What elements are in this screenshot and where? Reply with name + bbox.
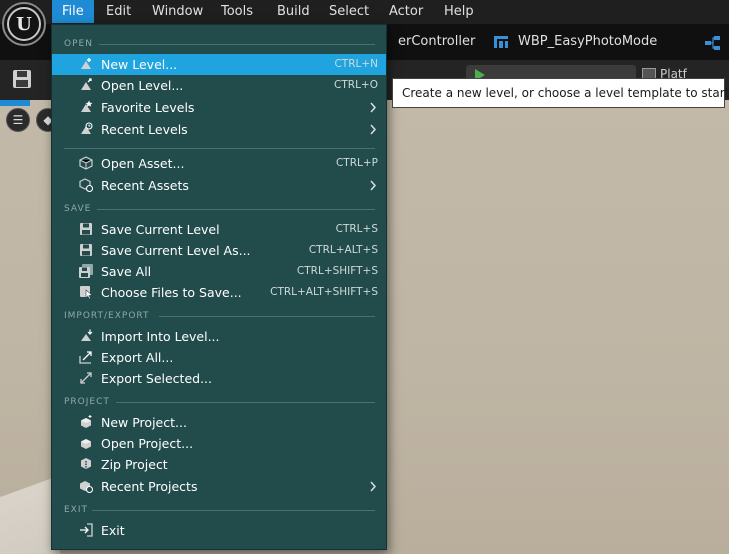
widget-blueprint-icon [494,36,508,48]
menu-actor[interactable]: Actor [379,0,433,23]
menu-item-export-all[interactable]: Export All... [52,347,386,368]
menu-item-choose-files-to-save[interactable]: Choose Files to Save... CTRL+ALT+SHIFT+S [52,282,386,303]
menu-item-save-current-level[interactable]: Save Current Level CTRL+S [52,219,386,240]
section-title-save: SAVE [64,204,92,214]
menu-item-label: Recent Levels [101,122,188,137]
menu-item-import-into-level[interactable]: Import Into Level... [52,326,386,347]
menu-item-label: Recent Projects [101,479,198,494]
recent-projects-icon [80,481,93,493]
unreal-logo-icon[interactable]: U [2,2,46,46]
menu-item-label: Zip Project [101,457,168,472]
save-icon[interactable] [12,69,32,89]
section-divider [92,510,375,511]
menu-item-label: Open Project... [101,436,194,451]
menu-item-label: Import Into Level... [101,329,220,344]
viewport-options-icon[interactable]: ☰ [6,108,30,132]
favorite-levels-icon [81,100,93,112]
section-divider [159,316,375,317]
menu-window[interactable]: Window [142,0,213,23]
menu-item-shortcut: CTRL+ALT+S [308,244,378,256]
menu-file[interactable]: File [52,0,94,23]
exit-icon [80,523,93,537]
menu-item-open-level[interactable]: Open Level... CTRL+O [52,75,386,96]
section-divider [99,44,375,45]
zip-project-icon [81,458,91,469]
menu-item-shortcut: CTRL+N [334,58,378,70]
menu-bar: U File Edit Window Tools Build Select Ac… [0,0,729,46]
menu-item-zip-project[interactable]: Zip Project [52,454,386,475]
section-title-open: OPEN [64,39,93,49]
open-asset-icon [79,156,93,170]
tab-wbp-easyphotomode[interactable]: WBP_EasyPhotoMode [518,24,657,60]
menu-item-recent-projects[interactable]: Recent Projects [52,476,386,497]
open-level-icon [81,78,92,90]
menu-item-label: Choose Files to Save... [101,285,242,300]
file-menu-dropdown: OPEN New Level... CTRL+N Open Level... C… [51,24,387,550]
save-all-icon [79,264,93,278]
recent-levels-icon [81,122,93,134]
menu-item-shortcut: CTRL+O [334,79,378,91]
open-project-icon [81,439,91,449]
menu-item-new-project[interactable]: New Project... [52,412,386,433]
menu-item-save-all[interactable]: Save All CTRL+SHIFT+S [52,261,386,282]
section-divider [64,148,375,149]
choose-files-icon [80,286,93,299]
menu-help[interactable]: Help [434,0,484,23]
menu-item-recent-levels[interactable]: Recent Levels [52,119,386,140]
import-icon [81,329,93,341]
menu-item-exit[interactable]: Exit [52,520,386,541]
export-selected-icon [80,372,92,384]
menu-item-shortcut: CTRL+P [335,157,378,169]
menu-item-label: Open Level... [101,78,184,93]
export-icon [79,351,92,364]
new-level-icon [81,58,91,69]
menu-item-label: Recent Assets [101,178,189,193]
save-as-icon [80,244,92,256]
new-level-tooltip: Create a new level, or choose a level te… [392,78,729,108]
menu-item-shortcut: CTRL+SHIFT+S [296,265,378,277]
menu-edit[interactable]: Edit [96,0,141,23]
menu-item-recent-assets[interactable]: Recent Assets [52,175,386,196]
menu-select[interactable]: Select [319,0,379,23]
menu-item-label: Save Current Level As... [101,243,251,258]
menu-item-label: Open Asset... [101,156,185,171]
menu-item-label: Favorite Levels [101,100,195,115]
menu-item-export-selected[interactable]: Export Selected... [52,368,386,389]
save-icon [80,223,92,235]
menu-item-save-current-level-as[interactable]: Save Current Level As... CTRL+ALT+S [52,240,386,261]
menu-item-label: New Project... [101,415,187,430]
section-title-exit: EXIT [64,505,89,515]
menu-item-label: Export Selected... [101,371,212,386]
menu-item-shortcut: CTRL+ALT+SHIFT+S [270,286,378,298]
new-project-icon [81,415,92,428]
section-divider [116,402,375,403]
tab-player-controller[interactable]: erController [398,24,475,60]
section-divider [97,209,375,210]
menu-item-label: Exit [101,523,125,538]
submenu-arrow-icon [370,180,377,191]
submenu-arrow-icon [370,124,377,135]
submenu-arrow-icon [370,102,377,113]
blueprint-graph-icon[interactable] [704,35,722,51]
menu-item-favorite-levels[interactable]: Favorite Levels [52,97,386,118]
menu-item-new-level[interactable]: New Level... CTRL+N [52,54,386,75]
menu-item-label: New Level... [101,57,178,72]
menu-item-label: Save All [101,264,152,279]
section-title-import-export: IMPORT/EXPORT [64,311,150,321]
menu-item-label: Save Current Level [101,222,220,237]
section-title-project: PROJECT [64,397,110,407]
menu-item-shortcut: CTRL+S [335,223,378,235]
menu-tools[interactable]: Tools [211,0,263,23]
menu-build[interactable]: Build [267,0,320,23]
menu-item-open-project[interactable]: Open Project... [52,433,386,454]
submenu-arrow-icon [370,481,377,492]
menu-item-open-asset[interactable]: Open Asset... CTRL+P [52,153,386,174]
recent-assets-icon [79,178,93,192]
menu-item-label: Export All... [101,350,174,365]
